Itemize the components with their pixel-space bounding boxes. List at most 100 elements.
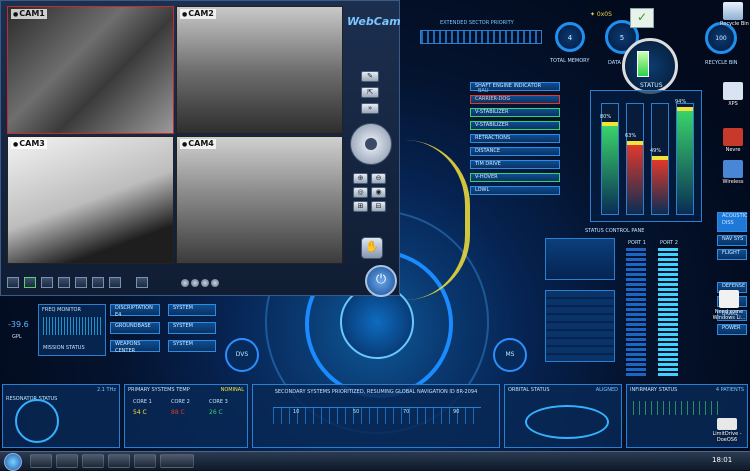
port-1-label: PORT 1 (628, 240, 646, 246)
status-title: STATUS (640, 82, 663, 89)
engine-item[interactable]: V-HOVER (470, 173, 560, 182)
snapshot-button[interactable]: ✋ (361, 237, 383, 259)
webcam-logo: WebCam (347, 15, 401, 28)
engine-item[interactable]: V-STABILIZER (470, 121, 560, 130)
engine-item[interactable]: CARRIER-DOG (470, 95, 560, 104)
freq-monitor-panel: FREQ MONITOR MISSION STATUS (38, 304, 106, 356)
desktop-icon-nevre[interactable]: Nevre (720, 128, 746, 153)
cam1-view[interactable]: CAM1 (7, 6, 174, 134)
sector-priority-scale (420, 30, 542, 44)
clock[interactable]: 18:01 (712, 456, 732, 464)
engine-item[interactable]: LOWL (470, 186, 560, 195)
desktop-icon-xps[interactable]: XPS (720, 82, 746, 107)
status-bar: 63% (625, 103, 644, 215)
taskbar-app[interactable] (56, 454, 78, 468)
control-sliders[interactable] (545, 290, 615, 362)
freq-waveform (43, 317, 101, 335)
power-menu-item[interactable]: FLIGHT (717, 249, 747, 260)
iris-close-button[interactable]: ⊟ (371, 201, 386, 212)
layout-3x3-button[interactable] (41, 277, 53, 288)
orbital-status: ALIGNED (595, 387, 618, 393)
zoom-out-button[interactable]: ⊖ (371, 173, 386, 184)
taskbar-app[interactable] (30, 454, 52, 468)
core-temp: 54 C (133, 409, 147, 416)
desktop-icon-recycle-bin[interactable]: Recycle Bin (720, 2, 749, 27)
ptz-control-pad[interactable] (350, 123, 392, 165)
core-temp: 26 C (209, 409, 223, 416)
nav-tick: 50 (353, 409, 360, 415)
engine-item[interactable]: DISTANCE (470, 147, 560, 156)
system-tag: SYSTEM (168, 304, 216, 316)
settings-button[interactable] (136, 277, 148, 288)
desktop-icon-limitdrive[interactable]: LimitDrive - DoeOS6 (706, 418, 748, 443)
freq-menu-item[interactable]: DISCRIPTATION E4 (110, 304, 160, 318)
layout-1x1-button[interactable] (7, 277, 19, 288)
status-bar-marker (677, 107, 693, 111)
tool-wrench-button[interactable]: ✎ (361, 71, 379, 82)
preset-dot[interactable] (211, 279, 219, 287)
status-bar: 94% (675, 99, 694, 215)
cam1-label: CAM1 (11, 9, 47, 19)
ms-dial[interactable]: MS (493, 338, 527, 372)
layout-2x2-button[interactable] (24, 277, 36, 288)
power-menu-item[interactable]: NAV SYS (717, 235, 747, 246)
gpl-value: -39.6 (8, 320, 29, 329)
preset-dot[interactable] (191, 279, 199, 287)
energy-meter (545, 238, 615, 280)
engine-item[interactable]: TIM DRIVE (470, 160, 560, 169)
taskbar-app[interactable] (82, 454, 104, 468)
layout-full-button[interactable] (92, 277, 104, 288)
check-icon[interactable]: ✓ (630, 8, 654, 28)
iris-open-button[interactable]: ⊞ (353, 201, 368, 212)
dvs-dial[interactable]: DVS (225, 338, 259, 372)
power-menu-item[interactable]: ACOUSTIC DISS (717, 212, 748, 232)
layout-4x4-button[interactable] (58, 277, 70, 288)
desktop-icon-label: XPS (728, 101, 738, 107)
core-label: CORE 2 (171, 399, 190, 405)
cam2-view[interactable]: CAM2 (176, 6, 343, 134)
engine-item[interactable]: RETRACTIONS (470, 134, 560, 143)
port-2-meter (658, 248, 678, 378)
focus-far-button[interactable]: ◉ (371, 187, 386, 198)
port-1-meter (626, 248, 646, 378)
nav-tick: 10 (293, 409, 300, 415)
core-label: CORE 3 (209, 399, 228, 405)
navigation-scale (273, 407, 481, 424)
wireless-icon (723, 160, 743, 178)
record-button[interactable] (109, 277, 121, 288)
preset-dot[interactable] (201, 279, 209, 287)
zoom-in-button[interactable]: ⊕ (353, 173, 368, 184)
layout-custom-button[interactable] (75, 277, 87, 288)
focus-near-button[interactable]: ◎ (353, 187, 368, 198)
desktop-icon-wireless[interactable]: Wireless (720, 160, 746, 185)
cam4-view[interactable]: CAM4 (176, 136, 343, 264)
taskbar-app-webcam[interactable] (160, 454, 194, 468)
power-button[interactable]: ⏻ (365, 265, 397, 297)
vitals-graph (633, 401, 723, 415)
tool-forward-button[interactable]: » (361, 103, 379, 114)
webcam-window[interactable]: CAM1 CAM2 CAM3 CAM4 WebCam ✎ ⇱ » ⊕ ⊖ ◎ ◉… (0, 0, 401, 297)
cam3-view[interactable]: CAM3 (7, 136, 174, 264)
status-bar-label: 49% (650, 148, 662, 154)
status-bar-label: 80% (600, 114, 612, 120)
taskbar: 18:01 (0, 451, 750, 471)
start-button[interactable] (4, 453, 22, 471)
engine-item[interactable]: V-STABILIZER (470, 108, 560, 117)
ptz-center-button[interactable] (365, 138, 377, 150)
desktop-icon-label: Recycle Bin (720, 21, 749, 27)
battery-icon (637, 51, 649, 77)
freq-menu-item[interactable]: WEAPONS CENTER (110, 340, 160, 354)
freq-monitor-title: FREQ MONITOR (42, 307, 81, 313)
taskbar-app[interactable] (108, 454, 130, 468)
cam4-label: CAM4 (180, 139, 216, 149)
power-menu-item[interactable]: POWER (717, 324, 747, 335)
preset-dot[interactable] (181, 279, 189, 287)
freq-menu-item[interactable]: GROUNDBASE (110, 322, 160, 334)
status-bar: 80% (600, 103, 619, 215)
taskbar-app[interactable] (134, 454, 156, 468)
desktop-icon-windows-live[interactable]: Need some Windows Li... (710, 290, 748, 321)
systems-temp-panel: PRIMARY SYSTEMS TEMP NOMINAL CORE 1 CORE… (124, 384, 248, 448)
top-header: EXTENDED SECTOR PRIORITY (440, 20, 514, 26)
tool-arrow-button[interactable]: ⇱ (361, 87, 379, 98)
resonator-panel: RESONATOR STATUS 2.1 THz (2, 384, 120, 448)
